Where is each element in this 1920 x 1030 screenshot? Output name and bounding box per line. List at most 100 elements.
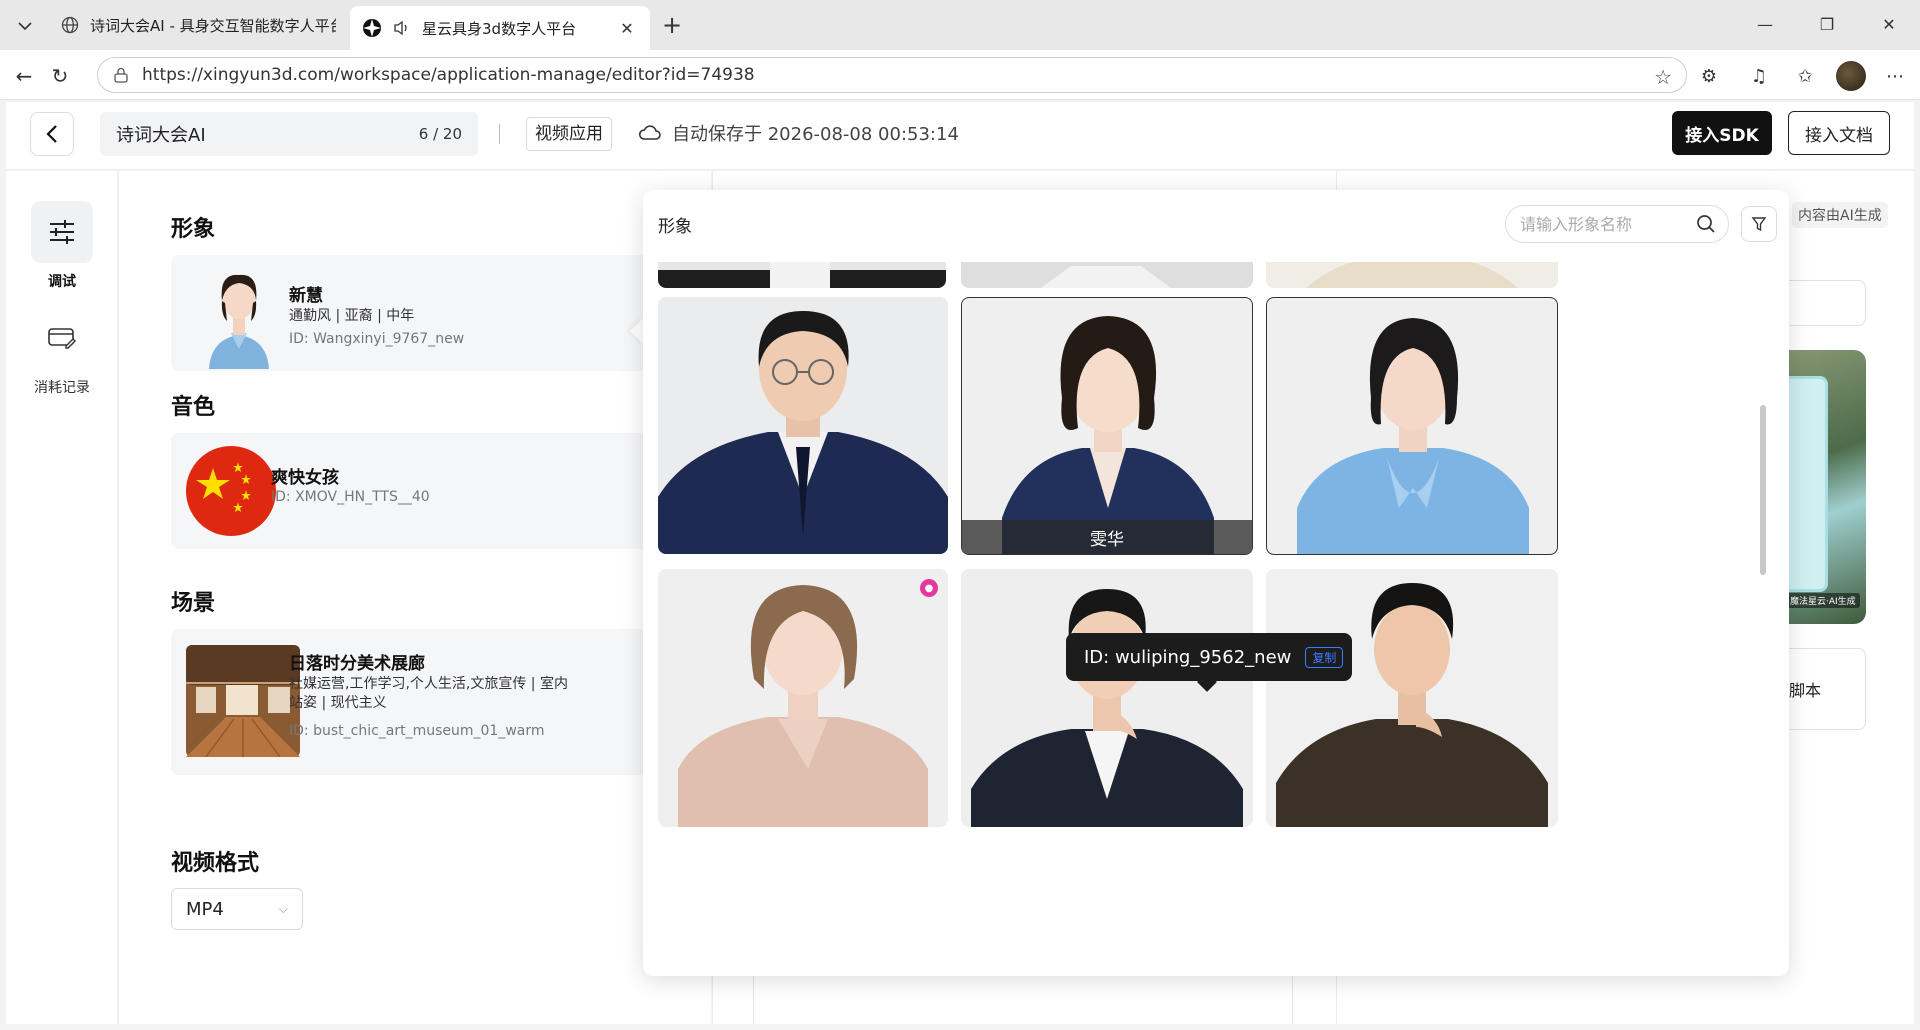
tab-list-button[interactable] bbox=[10, 11, 40, 41]
minimize-icon[interactable]: — bbox=[1734, 0, 1796, 48]
autosave-status: 自动保存于 2026-08-08 00:53:14 bbox=[638, 120, 959, 146]
globe-icon bbox=[60, 15, 80, 35]
char-counter: 6 / 20 bbox=[418, 125, 462, 143]
cloud-icon bbox=[638, 125, 661, 140]
avatar-card[interactable] bbox=[1266, 262, 1558, 288]
favorites-icon[interactable]: ✩ bbox=[1792, 63, 1818, 89]
speaker-icon[interactable] bbox=[392, 18, 412, 38]
autosave-text: 自动保存于 2026-08-08 00:53:14 bbox=[672, 124, 959, 145]
section-title-format: 视频格式 bbox=[171, 851, 260, 876]
url-text: https://xingyun3d.com/workspace/applicat… bbox=[142, 65, 755, 85]
avatar-image bbox=[678, 585, 928, 827]
config-panel: 形象 新慧 通勤风 | 亚裔 | 中年 ID: Wangxinyi_9767_n… bbox=[119, 171, 711, 1024]
tab-title: 星云具身3d数字人平台 bbox=[422, 19, 577, 38]
maximize-icon[interactable]: ❐ bbox=[1796, 0, 1858, 48]
selected-voice-card[interactable]: 爽快女孩 ID: XMOV_HN_TTS__40 bbox=[171, 433, 711, 549]
avatar-card-selected[interactable]: 雯华 bbox=[961, 297, 1253, 555]
divider bbox=[499, 124, 500, 144]
app-name-field[interactable]: 诗词大会AI 6 / 20 bbox=[100, 112, 478, 156]
close-tab-icon[interactable]: ✕ bbox=[616, 19, 638, 38]
filter-icon bbox=[1751, 217, 1767, 232]
format-value: MP4 bbox=[186, 898, 224, 920]
selected-avatar-card[interactable]: 新慧 通勤风 | 亚裔 | 中年 ID: Wangxinyi_9767_new bbox=[171, 255, 711, 371]
chevron-left-icon bbox=[46, 125, 57, 143]
extensions-icon[interactable]: ⚙ bbox=[1696, 63, 1722, 89]
scene-tags-line: 社媒运营,工作学习,个人生活,文旅宣传 | 室内 bbox=[289, 676, 568, 692]
avatar-card[interactable] bbox=[1266, 569, 1558, 827]
more-menu-icon[interactable]: ⋯ bbox=[1882, 63, 1908, 89]
avatar-image bbox=[1002, 316, 1214, 554]
section-title-voice: 音色 bbox=[171, 395, 216, 420]
browser-tab[interactable]: 诗词大会AI - 具身交互智能数字人平台 bbox=[48, 6, 348, 44]
scene-name: 日落时分美术展廊 bbox=[289, 654, 425, 674]
sidebar-item-label: 调试 bbox=[48, 274, 76, 290]
chevron-down-icon bbox=[18, 21, 32, 30]
avatar-image bbox=[971, 589, 1243, 827]
left-sidebar: 调试 消耗记录 bbox=[6, 171, 118, 1024]
card-edit-icon bbox=[31, 307, 93, 369]
browser-tab-active[interactable]: 星云具身3d数字人平台 ✕ bbox=[350, 6, 650, 50]
hot-badge-icon: ● bbox=[920, 579, 938, 597]
favorite-star-icon[interactable]: ☆ bbox=[1654, 65, 1672, 89]
avatar-image bbox=[1297, 318, 1529, 554]
site-info-icon[interactable] bbox=[112, 66, 130, 84]
chevron-down-icon: ⌵ bbox=[278, 901, 288, 916]
avatar-id-tooltip: ID: wuliping_9562_new 复制 bbox=[1066, 633, 1352, 681]
app-header: 诗词大会AI 6 / 20 视频应用 自动保存于 2026-08-08 00:5… bbox=[6, 102, 1914, 170]
voice-id: ID: XMOV_HN_TTS__40 bbox=[271, 489, 430, 505]
script-label: 脚本 bbox=[1789, 681, 1822, 700]
app-type-tag: 视频应用 bbox=[526, 117, 612, 151]
window-controls: — ❐ ✕ bbox=[1734, 0, 1920, 48]
avatar-card[interactable] bbox=[658, 297, 948, 554]
avatar-card[interactable] bbox=[961, 262, 1253, 288]
china-flag-icon bbox=[186, 446, 276, 536]
close-window-icon[interactable]: ✕ bbox=[1858, 0, 1920, 48]
section-title-avatar: 形象 bbox=[171, 217, 216, 242]
avatar-card[interactable]: ● bbox=[658, 569, 948, 827]
section-title-scene: 场景 bbox=[171, 591, 216, 616]
site-logo-icon bbox=[362, 18, 382, 38]
sdk-button[interactable]: 接入SDK bbox=[1672, 111, 1772, 155]
avatar-name-label: 雯华 bbox=[962, 520, 1252, 554]
scene-tags: 社媒运营,工作学习,个人生活,文旅宣传 | 室内 站姿 | 现代主义 bbox=[289, 675, 568, 713]
avatar-card[interactable] bbox=[658, 262, 946, 288]
tooltip-id-text: ID: wuliping_9562_new bbox=[1084, 646, 1292, 668]
avatar-thumbnail bbox=[209, 274, 269, 369]
sidebar-item-usage[interactable]: 消耗记录 bbox=[6, 307, 118, 397]
profile-avatar[interactable] bbox=[1836, 61, 1866, 91]
scene-thumbnail bbox=[186, 645, 300, 757]
sidebar-item-label: 消耗记录 bbox=[34, 380, 90, 396]
selected-scene-card[interactable]: 日落时分美术展廊 社媒运营,工作学习,个人生活,文旅宣传 | 室内 站姿 | 现… bbox=[171, 629, 711, 775]
avatar-search-input[interactable] bbox=[1520, 214, 1696, 234]
browser-tab-bar: 诗词大会AI - 具身交互智能数字人平台 星云具身3d数字人平台 ✕ + — ❐… bbox=[0, 0, 1920, 50]
video-caption: 魔法星云·AI生成 bbox=[1786, 593, 1860, 608]
video-format-select[interactable]: MP4 ⌵ bbox=[171, 888, 303, 930]
app-name-text: 诗词大会AI bbox=[116, 125, 206, 146]
url-field[interactable]: https://xingyun3d.com/workspace/applicat… bbox=[97, 57, 1687, 93]
tab-title: 诗词大会AI - 具身交互智能数字人平台 bbox=[90, 16, 336, 35]
search-icon[interactable] bbox=[1696, 214, 1716, 234]
media-icon[interactable]: ♫ bbox=[1746, 63, 1772, 89]
sliders-icon bbox=[31, 201, 93, 263]
picker-title: 形象 bbox=[658, 217, 692, 237]
reload-icon[interactable]: ↻ bbox=[46, 62, 74, 90]
back-button[interactable] bbox=[30, 112, 74, 156]
copy-id-button[interactable]: 复制 bbox=[1305, 646, 1344, 668]
new-tab-button[interactable]: + bbox=[658, 12, 686, 40]
avatar-grid: 雯华 ● bbox=[658, 262, 1748, 962]
avatar-search-box[interactable] bbox=[1505, 205, 1729, 243]
scene-tags-line: 站姿 | 现代主义 bbox=[289, 695, 387, 711]
avatar-image bbox=[1276, 583, 1548, 827]
sidebar-item-debug[interactable]: 调试 bbox=[6, 201, 118, 291]
avatar-card[interactable] bbox=[1266, 297, 1558, 555]
picker-scrollbar[interactable] bbox=[1760, 405, 1766, 575]
avatar-picker-popover: 形象 请输入形象名称 雯华 ● bbox=[643, 190, 1789, 976]
back-arrow-icon[interactable]: ← bbox=[10, 62, 38, 90]
filter-button[interactable] bbox=[1741, 206, 1777, 242]
voice-name: 爽快女孩 bbox=[271, 468, 339, 488]
avatar-card[interactable] bbox=[961, 569, 1253, 827]
docs-button[interactable]: 接入文档 bbox=[1788, 111, 1890, 155]
avatar-id: ID: Wangxinyi_9767_new bbox=[289, 331, 465, 347]
ai-generated-note: 内容由AI生成 bbox=[1792, 202, 1888, 228]
scene-id: ID: bust_chic_art_museum_01_warm bbox=[289, 723, 545, 739]
